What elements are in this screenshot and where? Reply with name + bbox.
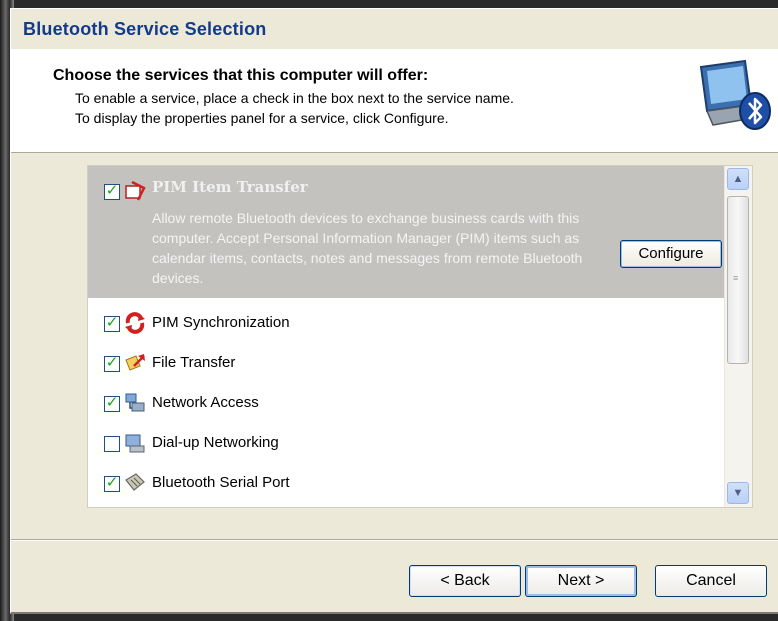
header-panel: Choose the services that this computer w… (11, 49, 778, 153)
dial-up-networking-checkbox[interactable] (104, 436, 120, 452)
header-title: Choose the services that this computer w… (53, 67, 429, 84)
service-label: PIM Synchronization (152, 314, 290, 331)
pim-transfer-icon (125, 180, 146, 201)
serial-port-icon (125, 473, 145, 491)
scroll-thumb[interactable]: ≡ (727, 196, 749, 364)
chevron-down-icon: ▼ (732, 487, 744, 499)
pim-synchronization-checkbox[interactable]: ✓ (104, 314, 120, 332)
scroll-down-button[interactable]: ▼ (727, 482, 749, 504)
pim-sync-icon (125, 312, 145, 334)
service-item-dial-up-networking[interactable]: Dial-up Networking (88, 424, 724, 464)
pim-item-transfer-checkbox[interactable]: ✓ (104, 182, 120, 200)
services-scrollbar[interactable]: ▲ ≡ ▼ (724, 166, 752, 507)
service-selection-dialog: Bluetooth Service Selection Choose the s… (10, 8, 778, 614)
file-transfer-checkbox[interactable]: ✓ (104, 354, 120, 372)
network-access-icon (125, 393, 145, 412)
service-label: Bluetooth Serial Port (152, 474, 290, 491)
checkmark-icon: ✓ (105, 182, 119, 199)
services-list[interactable]: ✓ PIM Item Transfer Allow remote Bluetoo… (87, 165, 753, 508)
bluetooth-computer-icon (699, 59, 771, 130)
configure-button[interactable]: Configure (620, 240, 722, 268)
file-transfer-icon (125, 354, 145, 371)
grip-icon: ≡ (733, 273, 739, 283)
service-item-file-transfer[interactable]: ✓ File Transfer (88, 344, 724, 384)
bluetooth-serial-port-checkbox[interactable]: ✓ (104, 474, 120, 492)
service-item-pim-item-transfer[interactable]: ✓ PIM Item Transfer Allow remote Bluetoo… (88, 166, 724, 298)
footer-separator (11, 539, 778, 541)
window-title: Bluetooth Service Selection (11, 9, 778, 49)
dialup-icon (125, 434, 145, 453)
service-item-pim-synchronization[interactable]: ✓ PIM Synchronization (88, 304, 724, 344)
back-button[interactable]: < Back (409, 565, 521, 597)
cancel-button[interactable]: Cancel (655, 565, 767, 597)
header-instruction-2: To display the properties panel for a se… (75, 110, 449, 126)
service-item-bluetooth-serial-port[interactable]: ✓ Bluetooth Serial Port (88, 464, 724, 504)
checkmark-icon: ✓ (105, 354, 119, 371)
service-label: Network Access (152, 394, 259, 411)
scroll-up-button[interactable]: ▲ (727, 168, 749, 190)
service-label: Dial-up Networking (152, 434, 279, 451)
network-access-checkbox[interactable]: ✓ (104, 394, 120, 412)
service-description: Allow remote Bluetooth devices to exchan… (152, 210, 583, 286)
chevron-up-icon: ▲ (732, 173, 744, 185)
service-item-network-access[interactable]: ✓ Network Access (88, 384, 724, 424)
service-label: File Transfer (152, 354, 236, 371)
service-label: PIM Item Transfer (152, 178, 308, 196)
checkmark-icon: ✓ (105, 314, 119, 331)
next-button[interactable]: Next > (525, 565, 637, 597)
header-instruction-1: To enable a service, place a check in th… (75, 90, 514, 106)
checkmark-icon: ✓ (105, 474, 119, 491)
checkmark-icon: ✓ (105, 394, 119, 411)
